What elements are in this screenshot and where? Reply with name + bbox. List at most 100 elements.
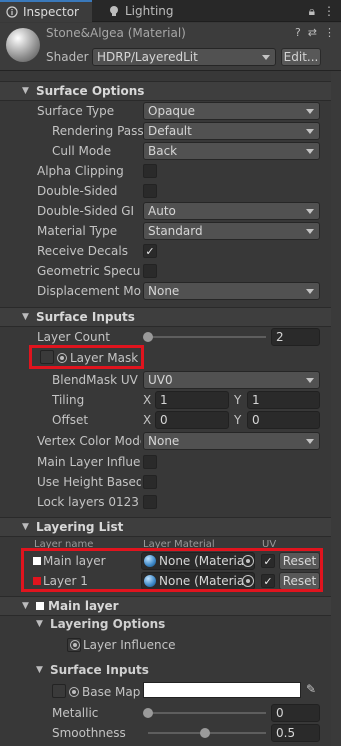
double-sided-checkbox[interactable] xyxy=(143,184,157,198)
shader-label: Shader xyxy=(46,50,89,64)
texture-picker-icon[interactable] xyxy=(70,640,80,650)
tab-bar: Inspector Lighting 🔒︎ ⋮ xyxy=(0,0,341,22)
base-map-checkbox[interactable] xyxy=(52,684,66,698)
slider-handle[interactable] xyxy=(200,728,210,738)
main-layer-influence-checkbox[interactable] xyxy=(143,455,157,469)
receive-decals-label: Receive Decals xyxy=(37,244,128,258)
double-sided-gi-label: Double-Sided GI xyxy=(37,204,135,218)
metallic-slider[interactable] xyxy=(148,712,266,714)
vertex-color-mode-dropdown[interactable]: None xyxy=(143,432,320,450)
tiling-x-field[interactable]: 1 xyxy=(155,391,229,409)
use-height-based-checkbox[interactable] xyxy=(143,475,157,489)
layer-count-slider[interactable] xyxy=(148,336,266,338)
metallic-label: Metallic xyxy=(52,706,99,720)
offset-y-label: Y xyxy=(234,413,242,427)
metallic-field[interactable]: 0 xyxy=(271,704,320,722)
help-icon[interactable]: ? xyxy=(295,26,301,39)
cull-mode-dropdown[interactable]: Back xyxy=(143,142,320,160)
section-layering-list[interactable]: ▼ Layering List xyxy=(0,517,341,537)
geometric-specular-checkbox[interactable] xyxy=(143,264,157,278)
section-surface-options[interactable]: ▼ Surface Options xyxy=(0,81,341,101)
smoothness-field[interactable]: 0.5 xyxy=(271,724,320,742)
shader-dropdown-value: HDRP/LayeredLit xyxy=(97,50,198,64)
highlight-box-layer-mask xyxy=(29,345,144,369)
caret-down-icon xyxy=(262,55,270,60)
tiling-label: Tiling xyxy=(52,393,85,407)
lock-icon[interactable]: 🔒︎ xyxy=(309,4,315,19)
rendering-pass-label: Rendering Pass xyxy=(52,124,144,138)
layer-influence-label: Layer Influence xyxy=(70,638,176,652)
offset-x-field[interactable]: 0 xyxy=(155,411,229,429)
section-surface-inputs[interactable]: ▼ Surface Inputs xyxy=(0,307,341,327)
displacement-mode-dropdown[interactable]: None xyxy=(143,282,320,300)
light-bulb-icon xyxy=(110,6,118,16)
material-preview-icon xyxy=(6,28,40,62)
highlight-box-layering-list xyxy=(21,548,323,592)
displacement-mode-label: Displacement Mod xyxy=(37,284,141,298)
material-type-dropdown[interactable]: Standard xyxy=(143,222,320,240)
foldout-arrow-icon: ▼ xyxy=(36,665,43,675)
lock-layers-checkbox[interactable] xyxy=(143,495,157,509)
rendering-pass-dropdown[interactable]: Default xyxy=(143,122,320,140)
scrollbar[interactable] xyxy=(331,71,341,746)
section-main-layer[interactable]: ▼ Main layer xyxy=(0,596,341,616)
double-sided-gi-dropdown[interactable]: Auto xyxy=(143,202,320,220)
material-header: Stone&Algea (Material) ? ⇄ ⋮ Shader HDRP… xyxy=(0,23,341,71)
offset-x-label: X xyxy=(143,413,152,427)
blendmask-uv-label: BlendMask UV I xyxy=(52,373,140,387)
layer-count-label: Layer Count xyxy=(37,330,110,344)
dropdown-value: None xyxy=(148,284,180,298)
texture-picker-icon[interactable] xyxy=(69,687,79,697)
caret-down-icon xyxy=(306,229,314,234)
dropdown-value: None xyxy=(148,434,180,448)
edit-shader-button[interactable]: Edit... xyxy=(281,48,321,66)
base-map-label: Base Map xyxy=(69,685,140,699)
shader-dropdown[interactable]: HDRP/LayeredLit xyxy=(92,48,276,66)
foldout-title: Surface Inputs xyxy=(50,663,149,677)
section-title: Surface Inputs xyxy=(36,310,135,324)
menu-kebab-icon[interactable]: ⋮ xyxy=(324,26,335,39)
foldout-arrow-icon: ▼ xyxy=(36,619,43,629)
double-sided-label: Double-Sided xyxy=(37,184,118,198)
eyedropper-icon[interactable]: ✎ xyxy=(306,682,316,696)
tiling-y-field[interactable]: 1 xyxy=(247,391,320,409)
caret-down-icon xyxy=(306,378,314,383)
preset-icon[interactable]: ⇄ xyxy=(308,26,317,39)
foldout-layering-options[interactable]: ▼ Layering Options xyxy=(36,617,165,631)
dropdown-value: Back xyxy=(148,144,178,158)
caret-down-icon xyxy=(306,439,314,444)
base-color-field[interactable] xyxy=(143,682,301,698)
caret-down-icon xyxy=(306,109,314,114)
receive-decals-checkbox[interactable]: ✓ xyxy=(143,244,157,258)
geometric-specular-label: Geometric Specula xyxy=(37,264,141,278)
tab-lighting[interactable]: Lighting xyxy=(102,0,192,22)
material-title: Stone&Algea (Material) xyxy=(46,26,186,40)
tiling-y-label: Y xyxy=(234,393,242,407)
alpha-clipping-label: Alpha Clipping xyxy=(37,164,124,178)
dropdown-value: UV0 xyxy=(148,373,173,387)
layer-color-swatch xyxy=(36,602,44,610)
slider-handle[interactable] xyxy=(143,332,153,342)
foldout-arrow-icon: ▼ xyxy=(22,522,29,532)
section-title: Main layer xyxy=(48,599,119,613)
foldout-arrow-icon: ▼ xyxy=(22,312,29,322)
cull-mode-label: Cull Mode xyxy=(52,144,112,158)
slider-handle[interactable] xyxy=(143,708,153,718)
offset-y-field[interactable]: 0 xyxy=(247,411,320,429)
layer-influence-text: Layer Influence xyxy=(83,638,176,652)
tab-inspector[interactable]: Inspector xyxy=(0,0,92,22)
caret-down-icon xyxy=(306,129,314,134)
menu-kebab-icon[interactable]: ⋮ xyxy=(323,4,335,19)
foldout-main-surface-inputs[interactable]: ▼ Surface Inputs xyxy=(36,663,149,677)
alpha-clipping-checkbox[interactable] xyxy=(143,164,157,178)
dropdown-value: Default xyxy=(148,124,192,138)
use-height-based-label: Use Height Based xyxy=(37,475,141,489)
base-map-text: Base Map xyxy=(82,685,141,699)
surface-type-label: Surface Type xyxy=(37,104,115,118)
layer-count-field[interactable]: 2 xyxy=(271,328,320,346)
caret-down-icon xyxy=(306,289,314,294)
blendmask-uv-dropdown[interactable]: UV0 xyxy=(143,371,320,389)
caret-down-icon xyxy=(306,209,314,214)
tab-lighting-label: Lighting xyxy=(125,4,174,18)
surface-type-dropdown[interactable]: Opaque xyxy=(143,102,320,120)
